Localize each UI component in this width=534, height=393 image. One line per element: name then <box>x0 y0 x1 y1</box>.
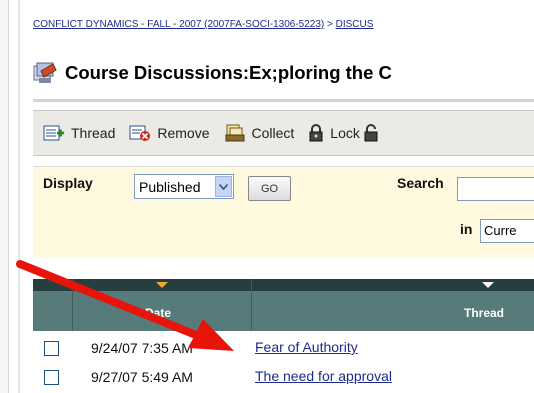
annotation-arrow <box>16 260 234 351</box>
